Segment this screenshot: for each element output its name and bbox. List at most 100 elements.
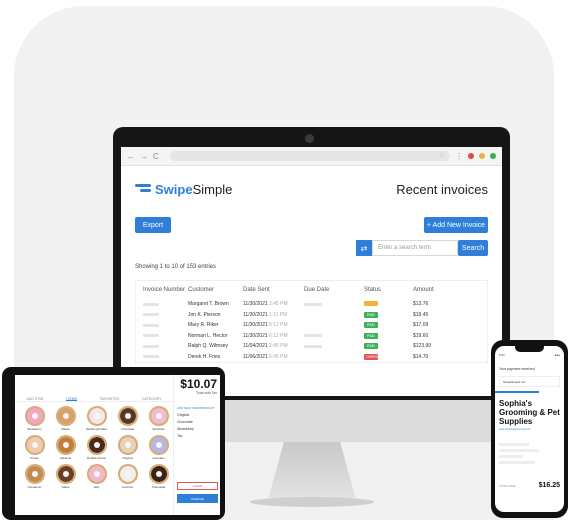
- product-name: Frosty: [30, 456, 39, 460]
- product-tile[interactable]: Strawberry: [21, 406, 48, 431]
- browser-toolbar: ← → C ☆ ⋮: [121, 147, 502, 166]
- date-value: 11/04/2021: [243, 343, 268, 350]
- customer-cell: Ralph Q. Wilmsey: [188, 343, 229, 350]
- phone-screen: 9:41 ●●● Your payment received SwipeSimp…: [495, 346, 564, 512]
- cart-item[interactable]: Chocolate: [177, 419, 219, 426]
- status-cell: PAID: [364, 311, 413, 318]
- product-tile[interactable]: Caramel: [52, 435, 79, 460]
- amount-cell: $13.76: [413, 301, 429, 308]
- amount-cell: $14.70: [413, 353, 429, 360]
- product-name: Lavender: [152, 456, 165, 460]
- donut-icon: [24, 406, 45, 426]
- date-value: 11/06/2021: [243, 353, 268, 360]
- search-input[interactable]: Enter a search term: [372, 240, 458, 256]
- window-dot-yellow[interactable]: [479, 153, 485, 159]
- customer-cell: Mary R. Riker: [188, 322, 219, 329]
- menu-icon[interactable]: ⋮: [455, 152, 463, 161]
- product-tile[interactable]: Chocolate: [145, 464, 172, 489]
- tab-items[interactable]: ITEMS: [66, 397, 77, 401]
- table-row[interactable]: Ralph Q. Wilmsey 11/04/2021 2:45 PM PAID $1…: [136, 341, 487, 352]
- filter-icon[interactable]: ⇄: [356, 240, 372, 256]
- invoice-number-placeholder: [143, 344, 188, 348]
- amount-cell: $123.99: [413, 343, 432, 350]
- product-name: Vanilla sprinkles: [85, 427, 108, 431]
- col-amount[interactable]: Amount: [413, 287, 457, 293]
- monitor-foot: [250, 497, 374, 507]
- export-button[interactable]: Export: [135, 217, 171, 233]
- product-name: Sprinkles: [152, 427, 165, 431]
- product-tile[interactable]: Chocolate: [114, 406, 141, 431]
- date-cell: 11/30/2021 1:11 PM: [243, 312, 304, 318]
- customer-cell: Derek H. Fries: [188, 353, 221, 360]
- date-cell: 11/30/2021 6:12 PM: [243, 333, 304, 339]
- customer-cell: Norman L. Hector: [188, 332, 228, 339]
- product-tile[interactable]: Double Choco: [83, 435, 110, 460]
- table-row[interactable]: Mary R. Riker 11/30/2021 8:12 PM PAID $17.0…: [136, 320, 487, 331]
- status-badge: PAID: [364, 322, 378, 329]
- brand-name: SwipeSimple: [155, 182, 232, 197]
- product-tile[interactable]: Jelly: [83, 464, 110, 489]
- clear-button[interactable]: CLEAR: [177, 482, 218, 490]
- due-date-cell: [304, 355, 364, 358]
- donut-icon: [117, 406, 138, 426]
- add-item-link[interactable]: ADD NEW ITEM/PRODUCT: [177, 405, 219, 412]
- search-button[interactable]: Search: [458, 240, 488, 256]
- merchant-card[interactable]: SwipeSimple Inc.: [499, 376, 560, 387]
- business-link[interactable]: www.sophiasgrooming.com: [495, 426, 564, 433]
- product-tile[interactable]: Original: [114, 435, 141, 460]
- col-due-date[interactable]: Due Date: [304, 287, 364, 293]
- product-tile[interactable]: Lavender: [145, 435, 172, 460]
- status-time: 9:41: [499, 353, 505, 357]
- table-row[interactable]: Derek H. Fries 11/06/2021 6:45 PM OVERDUE $…: [136, 352, 487, 363]
- add-invoice-button[interactable]: + Add New Invoice: [424, 217, 488, 233]
- table-row[interactable]: Norman L. Hector 11/30/2021 6:12 PM PAID $1…: [136, 331, 487, 342]
- donut-icon: [55, 435, 76, 455]
- product-name: Chocolate: [151, 485, 166, 489]
- due-date-cell: [304, 344, 364, 348]
- date-value: 11/30/2021: [243, 301, 268, 308]
- time-value: 6:12 PM: [269, 332, 288, 339]
- product-tile[interactable]: Maple: [52, 406, 79, 431]
- col-date-sent[interactable]: Date Sent: [243, 287, 304, 293]
- donut-icon: [148, 464, 169, 484]
- amount-cell: $19.45: [413, 311, 429, 318]
- product-tile[interactable]: Vanilla sprinkles: [83, 406, 110, 431]
- tab-category[interactable]: CATEGORY: [142, 397, 161, 401]
- tab-favorites[interactable]: FAVORITES: [100, 397, 119, 401]
- payment-notice: Your payment received: [499, 367, 535, 371]
- reload-icon[interactable]: C: [153, 152, 159, 161]
- table-row[interactable]: Jon K. Pierson 11/30/2021 1:11 PM PAID $19.…: [136, 310, 487, 321]
- date-value: 11/30/2021: [243, 332, 268, 339]
- tablet-screen: ADD ITEM ITEMS FAVORITES CATEGORY Strawb…: [15, 375, 220, 515]
- product-tile[interactable]: Coconut: [114, 464, 141, 489]
- donut-icon: [117, 435, 138, 455]
- cart-item[interactable]: Original: [177, 412, 219, 419]
- product-tile[interactable]: Cinnamon: [21, 464, 48, 489]
- date-cell: 11/30/2021 8:12 PM: [243, 322, 304, 328]
- phone-device: 9:41 ●●● Your payment received SwipeSimp…: [491, 340, 568, 518]
- address-bar[interactable]: ☆: [169, 151, 450, 161]
- status-badge: [364, 300, 378, 306]
- forward-arrow-icon[interactable]: →: [140, 152, 148, 161]
- window-dot-red[interactable]: [468, 153, 474, 159]
- donut-icon: [86, 464, 107, 484]
- table-header: Invoice Number Customer Date Sent Due Da…: [136, 281, 487, 299]
- invoice-table: Invoice Number Customer Date Sent Due Da…: [135, 280, 488, 363]
- col-invoice-number[interactable]: Invoice Number: [143, 287, 188, 293]
- receipt-total: TOTAL DUE $16.25: [495, 464, 564, 489]
- product-tile[interactable]: Sprinkles: [145, 406, 172, 431]
- donut-icon: [24, 464, 45, 484]
- product-tile[interactable]: Glaze: [52, 464, 79, 489]
- col-customer[interactable]: Customer: [188, 287, 243, 293]
- tab-add-item[interactable]: ADD ITEM: [26, 397, 43, 401]
- back-arrow-icon[interactable]: ←: [127, 152, 135, 161]
- window-dot-green[interactable]: [490, 153, 496, 159]
- donut-icon: [148, 406, 169, 426]
- table-row[interactable]: Margaret T. Brown 11/30/2021 2:45 PM $13.7…: [136, 299, 487, 310]
- cart-item[interactable]: Strawberry: [177, 426, 219, 433]
- product-tile[interactable]: Frosty: [21, 435, 48, 460]
- monitor-screen: ← → C ☆ ⋮ SwipeSimple Recent invoices Ex…: [121, 147, 502, 396]
- charge-button[interactable]: CHARGE: [177, 494, 218, 503]
- star-icon[interactable]: ☆: [439, 151, 445, 159]
- col-status[interactable]: Status: [364, 287, 413, 293]
